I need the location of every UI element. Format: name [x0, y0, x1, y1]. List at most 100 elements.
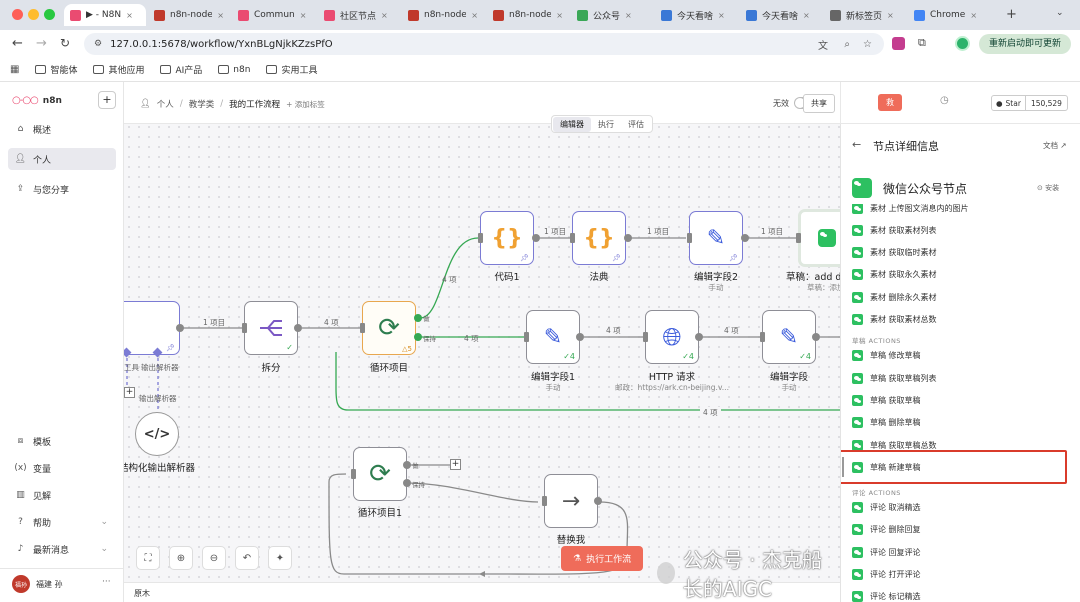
bookmark-folder[interactable]: 其他应用 — [93, 63, 144, 76]
close-tab-icon[interactable]: × — [556, 11, 563, 20]
undo-button[interactable]: ↶ — [235, 546, 259, 570]
browser-tab[interactable]: 今天看啥 × — [655, 4, 737, 26]
action-item[interactable]: 素材 上传图文消息内的图片 — [852, 204, 969, 217]
output-handle[interactable] — [812, 333, 820, 341]
edit-fields-2-node[interactable]: ✎ 📌︎ — [689, 211, 743, 265]
close-window-icon[interactable] — [12, 9, 23, 20]
input-handle[interactable] — [570, 233, 575, 243]
update-button[interactable]: 重新启动即可更新 — [979, 34, 1072, 54]
new-tab-icon[interactable]: + — [1006, 7, 1017, 22]
output-handle[interactable] — [294, 324, 302, 332]
action-item[interactable]: 草稿 修改草稿 — [852, 347, 921, 365]
close-tab-icon[interactable]: × — [300, 11, 307, 20]
browser-tab[interactable]: 公众号 × — [571, 4, 653, 26]
edit-fields-1-node[interactable]: ✎ ✓4 — [526, 310, 580, 364]
browser-tab[interactable]: n8n-node × — [402, 4, 484, 26]
action-item[interactable]: 评论 打开评论 — [852, 566, 921, 584]
sidebar-item-shared[interactable]: ⇪ 与您分享 — [8, 178, 116, 200]
browser-tab[interactable]: 今天看啥 × — [740, 4, 822, 26]
back-arrow-icon[interactable]: ← — [852, 138, 861, 151]
browser-tab[interactable]: n8n-node × — [487, 4, 569, 26]
reload-icon[interactable]: ↻ — [60, 36, 70, 50]
save-button[interactable]: 救 — [878, 94, 902, 111]
action-list[interactable]: 素材 上传图文消息内的图片 素材 获取素材列表 素材 获取临时素材 素材 获取永久素材… — [841, 204, 1080, 602]
sidebar-item-templates[interactable]: ⧈ 模板 — [8, 430, 116, 452]
site-info-icon[interactable]: ⚙ — [94, 39, 102, 49]
edit-fields-node[interactable]: ✎ ✓4 — [762, 310, 816, 364]
close-tab-icon[interactable]: × — [381, 11, 388, 20]
output-handle[interactable] — [176, 324, 184, 332]
output-handle-loop[interactable] — [414, 333, 422, 341]
input-handle[interactable] — [351, 469, 356, 479]
zoom-icon[interactable]: ⌕ — [844, 39, 850, 50]
split-node[interactable]: ✓ — [244, 301, 298, 355]
close-tab-icon[interactable]: × — [887, 11, 894, 20]
structured-parser-node[interactable]: </> — [135, 412, 179, 456]
share-button[interactable]: 共享 — [803, 94, 835, 113]
minimize-window-icon[interactable] — [28, 9, 39, 20]
agent-node[interactable]: 📌︎ — [124, 301, 180, 355]
tidy-up-button[interactable]: ✦ — [268, 546, 292, 570]
docs-link[interactable]: 文档 ↗ — [1043, 140, 1067, 151]
tab-search-icon[interactable]: ⌄ — [1056, 8, 1064, 18]
execute-workflow-button[interactable]: ⚗ 执行工作流 — [561, 546, 644, 571]
browser-tab[interactable]: 新标签页 × — [824, 4, 906, 26]
close-tab-icon[interactable]: × — [625, 11, 632, 20]
action-item[interactable]: 草稿 获取草稿列表 — [852, 369, 937, 387]
apps-grid-icon[interactable]: ▦ — [10, 64, 19, 75]
brand[interactable]: ○-○○ n8n — [12, 95, 62, 106]
add-tool-button[interactable]: + — [124, 387, 135, 398]
action-item[interactable]: 素材 获取临时素材 — [852, 244, 937, 262]
action-item[interactable]: 素材 获取永久素材 — [852, 266, 937, 284]
output-handle-done[interactable] — [414, 314, 422, 322]
input-handle[interactable] — [360, 323, 365, 333]
bookmark-folder[interactable]: AI产品 — [160, 63, 202, 76]
input-handle[interactable] — [542, 496, 547, 506]
maximize-window-icon[interactable] — [44, 9, 55, 20]
bookmark-folder[interactable]: 智能体 — [35, 63, 77, 76]
add-node-button[interactable]: + — [450, 459, 461, 470]
create-button[interactable]: + — [98, 91, 116, 109]
browser-tab[interactable]: Commun × — [232, 4, 314, 26]
close-tab-icon[interactable]: × — [126, 11, 133, 20]
wechat-draft-node[interactable] — [798, 209, 840, 267]
input-handle[interactable] — [796, 233, 801, 243]
close-tab-icon[interactable]: × — [718, 11, 725, 20]
translate-icon[interactable]: 文 — [818, 37, 828, 52]
output-handle[interactable] — [741, 234, 749, 242]
zoom-in-button[interactable]: ⊕ — [169, 546, 193, 570]
output-handle[interactable] — [695, 333, 703, 341]
more-icon[interactable]: ··· — [102, 577, 111, 587]
fit-view-button[interactable]: ⛶ — [136, 546, 160, 570]
browser-tab[interactable]: 社区节点 × — [318, 4, 400, 26]
output-handle[interactable] — [532, 234, 540, 242]
zoom-out-button[interactable]: ⊖ — [202, 546, 226, 570]
loop-node[interactable]: ⟳ △5 — [362, 301, 416, 355]
replace-me-node[interactable]: → — [544, 474, 598, 528]
action-item[interactable]: 素材 获取素材总数 — [852, 311, 937, 329]
input-handle[interactable] — [760, 332, 765, 342]
output-handle[interactable] — [576, 333, 584, 341]
browser-tab[interactable]: n8n-node × — [148, 4, 230, 26]
install-button[interactable]: ⊙ 安装 — [1037, 183, 1059, 193]
back-icon[interactable]: ← — [12, 36, 23, 51]
workflow-canvas[interactable]: 👤︎ 个人/ 教学类/ 我的工作流程 + 添加标签 无效 编辑器 执行 评估 — [124, 82, 840, 602]
sidebar-item-overview[interactable]: ⌂ 概述 — [8, 118, 116, 140]
user-menu[interactable]: 福孙 福建 孙 — [12, 575, 63, 593]
input-handle[interactable] — [478, 233, 483, 243]
bookmark-star-icon[interactable]: ☆ — [863, 39, 872, 50]
sidebar-item-news[interactable]: ♪ 最新消息 ⌄ — [8, 538, 116, 560]
output-handle[interactable] — [624, 234, 632, 242]
forward-icon[interactable]: → — [36, 36, 47, 51]
sidebar-item-insights[interactable]: ▥ 见解 — [8, 484, 116, 506]
http-request-node[interactable]: 🌐︎ ✓4 — [645, 310, 699, 364]
output-handle-loop[interactable] — [403, 479, 411, 487]
action-item[interactable]: 草稿 删除草稿 — [852, 414, 921, 432]
loop-1-node[interactable]: ⟳ — [353, 447, 407, 501]
bookmark-folder[interactable]: 实用工具 — [266, 63, 317, 76]
input-handle[interactable] — [242, 323, 247, 333]
code-node[interactable]: {} 📌︎ — [572, 211, 626, 265]
extensions-puzzle-icon[interactable]: ⧉ — [918, 36, 926, 50]
close-tab-icon[interactable]: × — [471, 11, 478, 20]
close-tab-icon[interactable]: × — [970, 11, 977, 20]
